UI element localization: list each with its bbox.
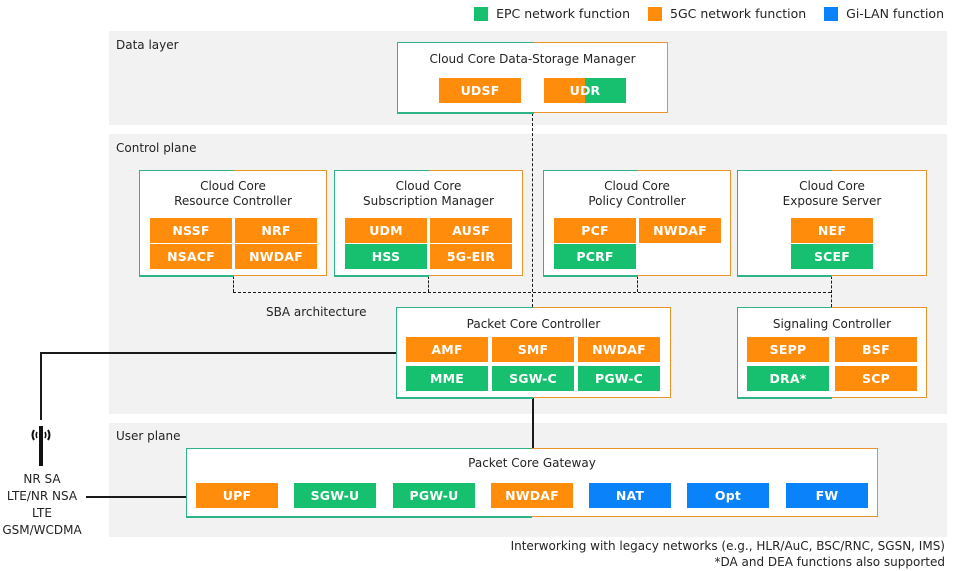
legend-swatch-5gc — [648, 6, 662, 21]
radio-tower-icon — [26, 424, 56, 466]
box-title: Cloud Core Subscription Manager — [363, 179, 494, 208]
radio-label-gsm-wcdma: GSM/WCDMA — [2, 523, 82, 537]
nf-nat: NAT — [589, 483, 671, 508]
exposure-server: Cloud Core Exposure Server NEF SCEF — [736, 169, 927, 277]
subscription-manager: Cloud Core Subscription Manager UDM AUSF… — [333, 169, 523, 277]
data-layer-label: Data layer — [116, 38, 179, 52]
nf-ausf: AUSF — [430, 218, 512, 243]
data-storage-manager: Cloud Core Data-Storage Manager UDSF UDR — [396, 41, 668, 114]
connector-radio-to-pcc-v — [40, 352, 42, 420]
nf-smf: SMF — [492, 337, 574, 362]
nf-amf: AMF — [406, 337, 488, 362]
connector-radio-to-pcc-h — [40, 352, 397, 354]
packet-core-gateway: Packet Core Gateway UPF SGW-U PGW-U NWDA… — [185, 447, 878, 518]
box-title: Packet Core Controller — [466, 317, 601, 331]
nf-sgw-c: SGW-C — [492, 366, 574, 391]
nf-nwdaf: NWDAF — [639, 218, 721, 243]
nf-nwdaf: NWDAF — [491, 483, 573, 508]
nf-bsf: BSF — [835, 337, 917, 362]
box-title: Cloud Core Resource Controller — [174, 179, 292, 208]
nf-sepp: SEPP — [747, 337, 829, 362]
nf-mme: MME — [406, 366, 488, 391]
nf-nsacf: NSACF — [150, 244, 232, 269]
radio-label-nr-sa: NR SA — [23, 472, 61, 486]
box-title: Cloud Core Exposure Server — [782, 179, 882, 208]
box-title: Packet Core Gateway — [468, 456, 596, 470]
nf-pgw-u: PGW-U — [393, 483, 475, 508]
signaling-controller: Signaling Controller SEPP BSF DRA* SCP — [736, 306, 927, 399]
sba-architecture-label: SBA architecture — [266, 305, 367, 319]
legend-label: EPC network function — [496, 6, 630, 21]
nf-pcf: PCF — [554, 218, 636, 243]
legend-swatch-epc — [474, 6, 489, 21]
nf-nssf: NSSF — [150, 218, 232, 243]
nf-pgw-c: PGW-C — [578, 366, 660, 391]
nf-nef: NEF — [791, 218, 873, 243]
nf-udm: UDM — [345, 218, 427, 243]
nf-nwdaf: NWDAF — [235, 244, 317, 269]
connector-resource — [233, 276, 234, 292]
connector-radio-to-pcg — [86, 496, 187, 498]
resource-controller: Cloud Core Resource Controller NSSF NRF … — [138, 169, 327, 277]
sba-bus — [233, 292, 831, 293]
nf-scef: SCEF — [791, 244, 873, 269]
connector-data-to-control — [532, 113, 533, 307]
radio-label-lte: LTE — [32, 506, 52, 520]
control-plane-label: Control plane — [116, 141, 197, 155]
box-title: Cloud Core Policy Controller — [588, 179, 686, 208]
connector-exposure — [831, 276, 832, 307]
legend-item-5gc: 5GC network function — [648, 6, 806, 21]
nf-dra: DRA* — [747, 366, 829, 391]
box-title: Cloud Core Data-Storage Manager — [429, 52, 636, 66]
user-plane-label: User plane — [116, 429, 181, 443]
legend-label: 5GC network function — [670, 6, 807, 21]
nf-hss: HSS — [345, 244, 427, 269]
nf-pcrf: PCRF — [554, 244, 636, 269]
nf-udr: UDR — [544, 78, 626, 103]
nf-5g-eir: 5G-EIR — [430, 244, 512, 269]
footnote-dra: *DA and DEA functions also supported — [714, 555, 945, 569]
nf-opt: Opt — [687, 483, 769, 508]
connector-subscription — [428, 276, 429, 292]
nf-nwdaf: NWDAF — [578, 337, 660, 362]
nf-upf: UPF — [196, 483, 278, 508]
legend-item-epc: EPC network function — [474, 6, 630, 21]
footnote-interworking: Interworking with legacy networks (e.g.,… — [510, 539, 945, 553]
nf-nrf: NRF — [235, 218, 317, 243]
box-title: Signaling Controller — [772, 317, 892, 331]
packet-core-controller: Packet Core Controller AMF SMF NWDAF MME… — [395, 306, 671, 399]
legend-label: Gi-LAN function — [846, 6, 944, 21]
connector-pcc-to-pcg — [532, 398, 534, 448]
legend: EPC network function 5GC network functio… — [456, 6, 944, 21]
radio-label-lte-nr-nsa: LTE/NR NSA — [6, 489, 78, 503]
legend-swatch-gilan — [824, 6, 839, 21]
nf-sgw-u: SGW-U — [294, 483, 376, 508]
nf-udsf: UDSF — [439, 78, 521, 103]
nf-fw: FW — [786, 483, 868, 508]
policy-controller: Cloud Core Policy Controller PCF NWDAF P… — [542, 169, 731, 277]
connector-policy — [637, 276, 638, 292]
legend-item-gilan: Gi-LAN function — [824, 6, 944, 21]
nf-scp: SCP — [835, 366, 917, 391]
